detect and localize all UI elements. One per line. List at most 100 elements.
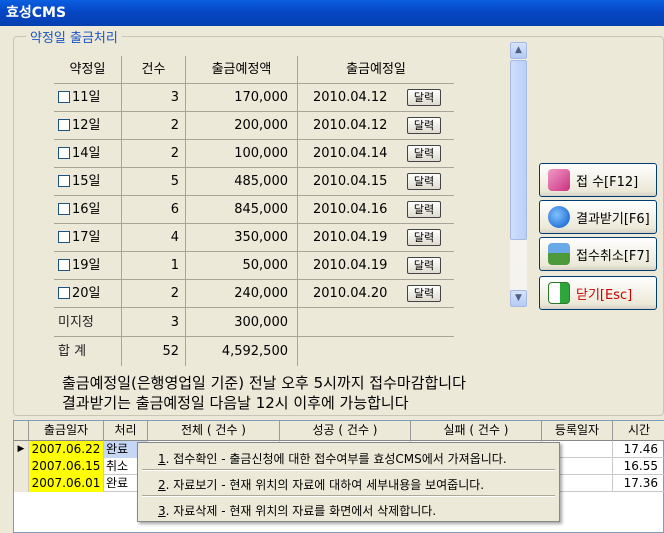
row-checkbox[interactable] [58, 174, 70, 187]
header-registered: 등록일자 [542, 421, 613, 441]
menu-item-delete[interactable]: 3. 자료삭제 - 현재 위치의 자료를 화면에서 삭제합니다. [158, 502, 436, 519]
row-count: 2 [122, 112, 186, 140]
row-day: 20일 [72, 286, 101, 301]
calendar-button[interactable]: 달력 [407, 117, 441, 134]
row-count: 6 [122, 196, 186, 224]
undesignated-row: 미지정 3 300,000 [54, 308, 454, 337]
undesignated-count: 3 [122, 308, 186, 337]
row-day: 15일 [72, 174, 101, 189]
row-checkbox[interactable] [58, 146, 70, 159]
row-day: 11일 [72, 90, 101, 105]
menu-item-confirm[interactable]: 1. 접수확인 - 출금신청에 대한 접수여부를 효성CMS에서 가져옵니다. [158, 450, 507, 467]
submit-icon [548, 169, 570, 191]
header-withdraw-date: 출금일자 [29, 421, 104, 441]
scroll-down-icon[interactable]: ▼ [510, 290, 527, 307]
total-row: 합 계 52 4,592,500 [54, 337, 454, 366]
notice-line-1: 출금예정일(은행영업일 기준) 전날 오후 5시까지 접수마감합니다 [62, 374, 466, 392]
users-icon [548, 243, 570, 265]
grid-header-row: 약정일 건수 출금예정액 출금예정일 [54, 56, 454, 84]
row-date[interactable]: 2010.04.20 [313, 286, 387, 301]
row-checkbox[interactable] [58, 230, 70, 243]
row-count: 5 [122, 168, 186, 196]
menu-item-view[interactable]: 2. 자료보기 - 현재 위치의 자료에 대하여 세부내용을 보여줍니다. [158, 476, 484, 493]
scroll-up-icon[interactable]: ▲ [510, 42, 527, 59]
receive-results-button[interactable]: 결과받기[F6] [539, 200, 657, 234]
header-amount: 출금예정액 [186, 56, 298, 84]
header-day: 약정일 [54, 56, 122, 84]
undesignated-amount: 300,000 [186, 308, 298, 337]
grid-row[interactable]: 20일 2 240,000 2010.04.20 달력 [54, 280, 454, 308]
grid-row[interactable]: 17일 4 350,000 2010.04.19 달력 [54, 224, 454, 252]
calendar-button[interactable]: 달력 [407, 145, 441, 162]
row-checkbox[interactable] [58, 118, 70, 131]
row-day: 14일 [72, 146, 101, 161]
row-count: 2 [122, 280, 186, 308]
grid-row[interactable]: 12일 2 200,000 2010.04.12 달력 [54, 112, 454, 140]
header-time: 시간 [627, 423, 651, 437]
row-day: 19일 [72, 258, 101, 273]
total-amount: 4,592,500 [186, 337, 298, 366]
row-count: 3 [122, 84, 186, 112]
row-withdraw-date: 2007.06.15 [29, 458, 104, 475]
exit-icon [548, 282, 570, 304]
row-date[interactable]: 2010.04.19 [313, 258, 387, 273]
calendar-button[interactable]: 달력 [407, 201, 441, 218]
submit-button[interactable]: 접 수[F12] [539, 163, 657, 197]
row-checkbox[interactable] [58, 258, 70, 271]
calendar-button[interactable]: 달력 [407, 285, 441, 302]
calendar-button[interactable]: 달력 [407, 229, 441, 246]
row-amount: 485,000 [186, 168, 298, 196]
row-checkbox[interactable] [58, 90, 70, 103]
calendar-button[interactable]: 달력 [407, 89, 441, 106]
total-label: 합 계 [54, 337, 122, 366]
row-time: 16.55 [613, 458, 664, 475]
row-withdraw-date: 2007.06.22 [29, 441, 104, 458]
cancel-submission-button[interactable]: 접수취소[F7] [539, 237, 657, 271]
row-date[interactable]: 2010.04.14 [313, 146, 387, 161]
grid-row[interactable]: 14일 2 100,000 2010.04.14 달력 [54, 140, 454, 168]
row-date[interactable]: 2010.04.19 [313, 230, 387, 245]
row-time: 17.46 [613, 441, 664, 458]
calendar-button[interactable]: 달력 [407, 173, 441, 190]
row-amount: 50,000 [186, 252, 298, 280]
header-success: 성공 ( 건수 ) [280, 421, 411, 441]
context-menu: 1. 접수확인 - 출금신청에 대한 접수여부를 효성CMS에서 가져옵니다. … [137, 442, 560, 522]
row-checkbox[interactable] [58, 286, 70, 299]
grid-scrollbar[interactable]: ▲ ▼ [510, 42, 527, 307]
notice-line-2: 결과받기는 출금예정일 다음날 12시 이후에 가능합니다 [62, 394, 409, 412]
row-time: 17.36 [613, 475, 664, 492]
history-header: 출금일자 처리 전체 ( 건수 ) 성공 ( 건수 ) 실패 ( 건수 ) 등록… [14, 421, 664, 441]
group-title: 약정일 출금처리 [26, 27, 122, 46]
title-bar[interactable]: 효성CMS [0, 0, 664, 26]
header-failure: 실패 ( 건수 ) [411, 421, 542, 441]
row-date[interactable]: 2010.04.15 [313, 174, 387, 189]
scroll-thumb[interactable] [510, 60, 527, 240]
close-button[interactable]: 닫기[Esc] [539, 276, 657, 310]
row-amount: 170,000 [186, 84, 298, 112]
row-day: 12일 [72, 118, 101, 133]
grid-row[interactable]: 11일 3 170,000 2010.04.12 달력 [54, 84, 454, 112]
row-amount: 350,000 [186, 224, 298, 252]
grid-row[interactable]: 16일 6 845,000 2010.04.16 달력 [54, 196, 454, 224]
row-amount: 100,000 [186, 140, 298, 168]
header-total: 전체 ( 건수 ) [148, 421, 280, 441]
calendar-button[interactable]: 달력 [407, 257, 441, 274]
row-date[interactable]: 2010.04.12 [313, 90, 387, 105]
menu-separator [142, 495, 555, 497]
header-status: 처리 [104, 421, 148, 441]
header-count: 건수 [122, 56, 186, 84]
row-pointer-icon: ▶ [14, 441, 29, 458]
row-date[interactable]: 2010.04.16 [313, 202, 387, 217]
row-date[interactable]: 2010.04.12 [313, 118, 387, 133]
grid-row[interactable]: 19일 1 50,000 2010.04.19 달력 [54, 252, 454, 280]
row-day: 16일 [72, 202, 101, 217]
row-amount: 845,000 [186, 196, 298, 224]
row-amount: 200,000 [186, 112, 298, 140]
row-checkbox[interactable] [58, 202, 70, 215]
row-count: 1 [122, 252, 186, 280]
total-count: 52 [122, 337, 186, 366]
internet-icon [548, 206, 570, 228]
grid-row[interactable]: 15일 5 485,000 2010.04.15 달력 [54, 168, 454, 196]
row-amount: 240,000 [186, 280, 298, 308]
header-date: 출금예정일 [346, 62, 406, 77]
